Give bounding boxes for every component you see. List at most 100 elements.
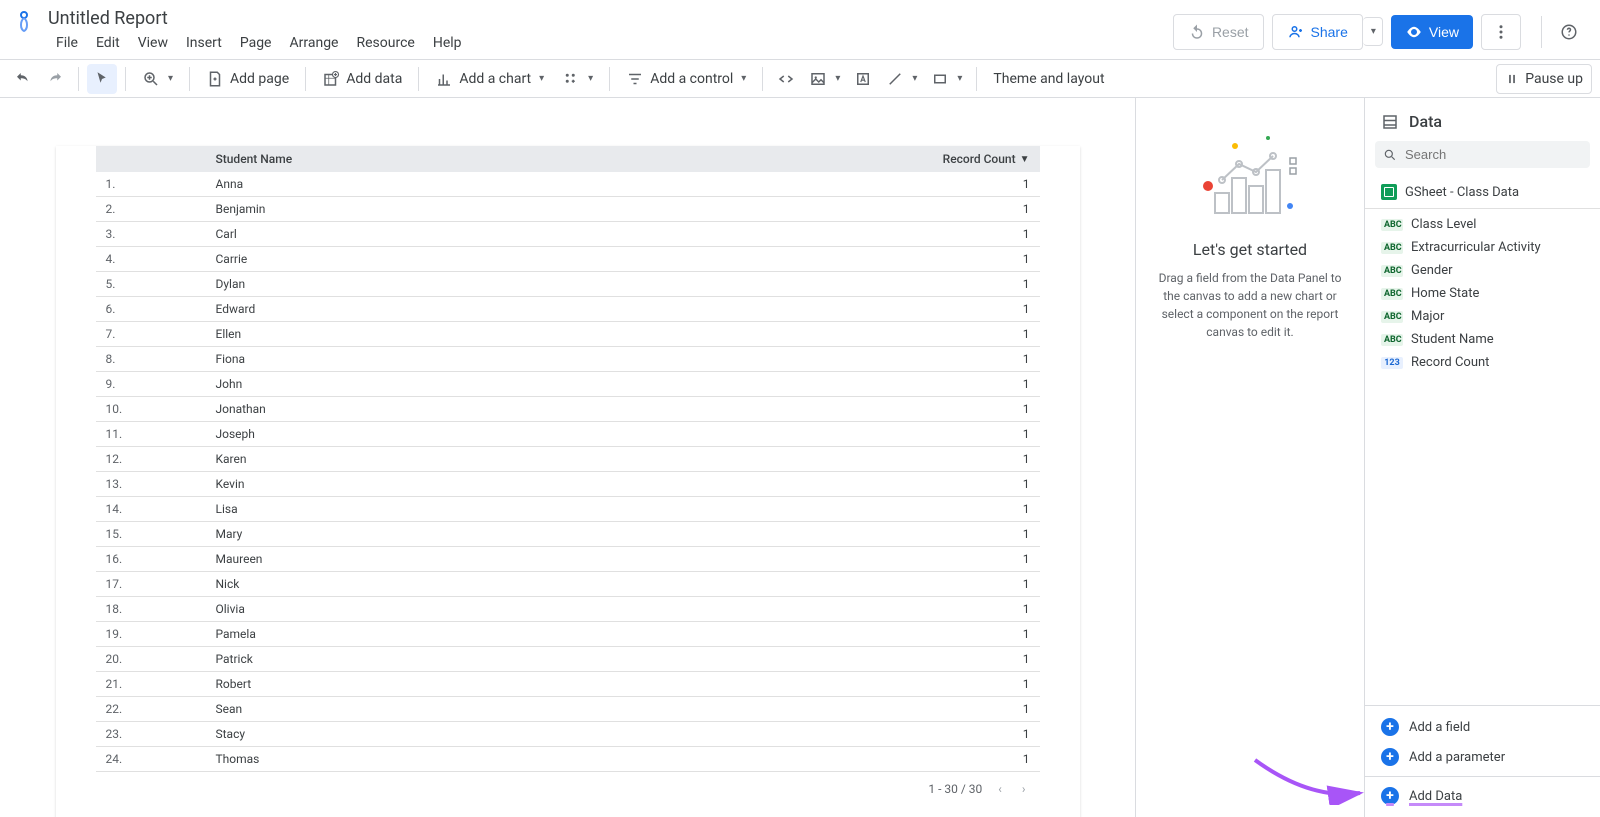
- pause-updates-button[interactable]: Pause up: [1496, 64, 1592, 94]
- line-button[interactable]: ▾: [880, 64, 923, 94]
- report-canvas[interactable]: Student Name Record Count▼ 1.Anna12.Benj…: [56, 146, 1080, 817]
- help-button[interactable]: [1554, 17, 1584, 47]
- undo-icon: [14, 70, 32, 88]
- row-name: Jonathan: [206, 397, 900, 421]
- menu-view[interactable]: View: [130, 31, 176, 55]
- row-count: 1: [900, 472, 1040, 496]
- add-page-button[interactable]: Add page: [198, 64, 297, 94]
- prev-page-button[interactable]: ‹: [994, 780, 1006, 798]
- row-count: 1: [900, 597, 1040, 621]
- menu-arrange[interactable]: Arrange: [282, 31, 347, 55]
- table-row[interactable]: 21.Robert1: [96, 672, 1040, 697]
- row-index: 18.: [96, 597, 206, 621]
- table-row[interactable]: 16.Maureen1: [96, 547, 1040, 572]
- table-header-index[interactable]: [96, 146, 206, 172]
- canvas-area[interactable]: Student Name Record Count▼ 1.Anna12.Benj…: [0, 98, 1135, 817]
- more-vert-icon: [1492, 23, 1510, 41]
- table-row[interactable]: 13.Kevin1: [96, 472, 1040, 497]
- row-index: 21.: [96, 672, 206, 696]
- undo-button[interactable]: [8, 64, 38, 94]
- rectangle-icon: [931, 70, 949, 88]
- table-row[interactable]: 15.Mary1: [96, 522, 1040, 547]
- zoom-button[interactable]: ▾: [134, 64, 181, 94]
- table-header-count[interactable]: Record Count▼: [900, 146, 1040, 172]
- table-row[interactable]: 19.Pamela1: [96, 622, 1040, 647]
- fields-list: ABCClass LevelABCExtracurricular Activit…: [1365, 208, 1600, 705]
- field-item[interactable]: ABCStudent Name: [1365, 328, 1600, 351]
- menu-file[interactable]: File: [48, 31, 86, 55]
- field-type-badge: ABC: [1381, 219, 1403, 231]
- field-item[interactable]: 123Record Count: [1365, 351, 1600, 374]
- data-search-input[interactable]: [1375, 141, 1590, 168]
- text-button[interactable]: [848, 64, 878, 94]
- menu-resource[interactable]: Resource: [348, 31, 422, 55]
- menu-insert[interactable]: Insert: [178, 31, 230, 55]
- table-row[interactable]: 2.Benjamin1: [96, 197, 1040, 222]
- table-row[interactable]: 1.Anna1: [96, 172, 1040, 197]
- menu-page[interactable]: Page: [232, 31, 280, 55]
- row-index: 19.: [96, 622, 206, 646]
- field-item[interactable]: ABCGender: [1365, 259, 1600, 282]
- table-row[interactable]: 6.Edward1: [96, 297, 1040, 322]
- add-data-button[interactable]: Add data: [314, 64, 410, 94]
- row-index: 14.: [96, 497, 206, 521]
- add-chart-button[interactable]: Add a chart▾: [427, 64, 552, 94]
- table-row[interactable]: 3.Carl1: [96, 222, 1040, 247]
- more-options-button[interactable]: [1481, 14, 1521, 50]
- document-title[interactable]: Untitled Report: [48, 8, 1173, 29]
- selection-tool-button[interactable]: [87, 64, 117, 94]
- community-viz-button[interactable]: ▾: [554, 64, 601, 94]
- image-button[interactable]: ▾: [803, 64, 846, 94]
- table-row[interactable]: 4.Carrie1: [96, 247, 1040, 272]
- datasource-item[interactable]: GSheet - Class Data: [1365, 176, 1600, 208]
- table-row[interactable]: 24.Thomas1: [96, 747, 1040, 772]
- table-row[interactable]: 7.Ellen1: [96, 322, 1040, 347]
- row-count: 1: [900, 347, 1040, 371]
- share-button[interactable]: Share: [1272, 14, 1363, 50]
- field-item[interactable]: ABCClass Level: [1365, 213, 1600, 236]
- table-row[interactable]: 20.Patrick1: [96, 647, 1040, 672]
- add-field-button[interactable]: +Add a field: [1365, 712, 1600, 742]
- table-row[interactable]: 10.Jonathan1: [96, 397, 1040, 422]
- add-parameter-button[interactable]: +Add a parameter: [1365, 742, 1600, 772]
- table-row[interactable]: 9.John1: [96, 372, 1040, 397]
- embed-button[interactable]: [771, 64, 801, 94]
- field-name: Gender: [1411, 263, 1453, 278]
- theme-layout-button[interactable]: Theme and layout: [985, 65, 1112, 93]
- table-row[interactable]: 11.Joseph1: [96, 422, 1040, 447]
- table-row[interactable]: 5.Dylan1: [96, 272, 1040, 297]
- next-page-button[interactable]: ›: [1018, 780, 1030, 798]
- field-item[interactable]: ABCExtracurricular Activity: [1365, 236, 1600, 259]
- add-control-button[interactable]: Add a control▾: [618, 64, 754, 94]
- row-index: 5.: [96, 272, 206, 296]
- table-chart[interactable]: Student Name Record Count▼ 1.Anna12.Benj…: [96, 146, 1040, 802]
- get-started-title: Let's get started: [1152, 240, 1348, 259]
- toolbar: ▾ Add page Add data Add a chart▾ ▾ Add a…: [0, 60, 1600, 98]
- redo-button[interactable]: [40, 64, 70, 94]
- table-row[interactable]: 17.Nick1: [96, 572, 1040, 597]
- share-dropdown-button[interactable]: ▾: [1363, 17, 1383, 46]
- table-header-row: Student Name Record Count▼: [96, 146, 1040, 172]
- row-count: 1: [900, 572, 1040, 596]
- code-icon: [777, 70, 795, 88]
- table-row[interactable]: 18.Olivia1: [96, 597, 1040, 622]
- table-header-name[interactable]: Student Name: [206, 146, 900, 172]
- table-row[interactable]: 14.Lisa1: [96, 497, 1040, 522]
- row-index: 17.: [96, 572, 206, 596]
- row-count: 1: [900, 697, 1040, 721]
- table-row[interactable]: 8.Fiona1: [96, 347, 1040, 372]
- menu-edit[interactable]: Edit: [88, 31, 128, 55]
- shape-button[interactable]: ▾: [925, 64, 968, 94]
- view-button[interactable]: View: [1391, 15, 1473, 49]
- get-started-description: Drag a field from the Data Panel to the …: [1152, 269, 1348, 341]
- table-row[interactable]: 22.Sean1: [96, 697, 1040, 722]
- table-row[interactable]: 12.Karen1: [96, 447, 1040, 472]
- add-data-panel-button[interactable]: +Add Data: [1365, 781, 1600, 811]
- field-item[interactable]: ABCMajor: [1365, 305, 1600, 328]
- row-index: 1.: [96, 172, 206, 196]
- field-item[interactable]: ABCHome State: [1365, 282, 1600, 305]
- reset-button[interactable]: Reset: [1173, 14, 1264, 50]
- table-row[interactable]: 23.Stacy1: [96, 722, 1040, 747]
- row-name: Robert: [206, 672, 900, 696]
- menu-help[interactable]: Help: [425, 31, 470, 55]
